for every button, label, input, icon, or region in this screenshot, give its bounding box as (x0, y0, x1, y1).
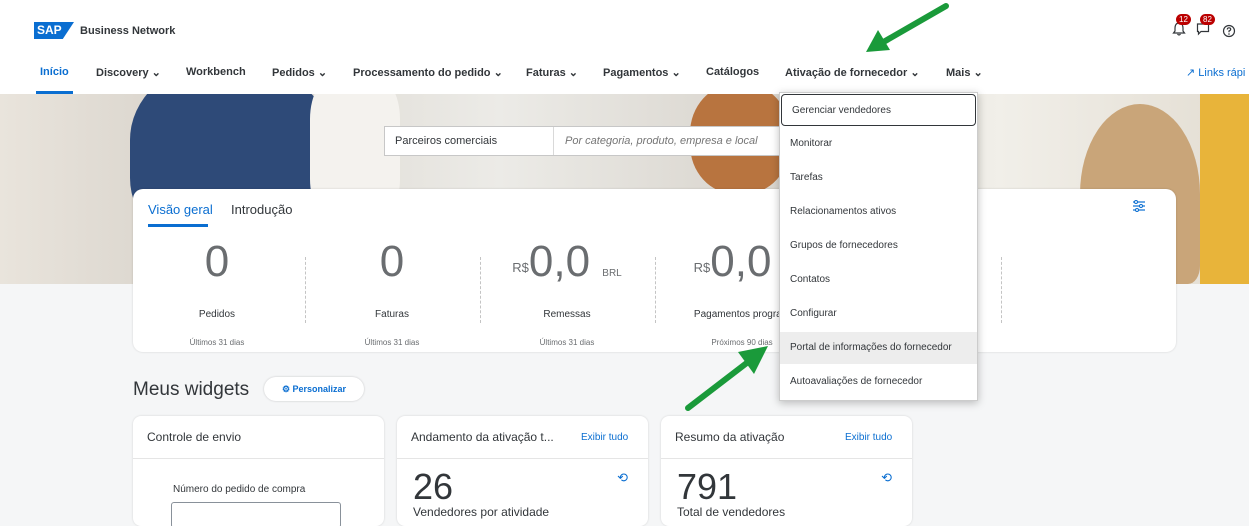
nav-ativacao-fornecedor[interactable]: Ativação de fornecedor ⌄ (785, 66, 920, 79)
kpi-pedidos[interactable]: 0 Pedidos Últimos 31 dias (133, 237, 301, 348)
annotation-arrow-top (866, 3, 949, 52)
menu-item-contatos[interactable]: Contatos (780, 264, 977, 296)
menu-item-grupos-fornecedores[interactable]: Grupos de fornecedores (780, 230, 977, 262)
top-bar: SAP Business Network 12 82 (0, 0, 1249, 52)
notifications-bell-icon[interactable]: 12 (1172, 14, 1191, 39)
kpi-divider (305, 257, 306, 323)
messages-badge: 82 (1200, 14, 1215, 25)
kpi-value: 0 (204, 237, 230, 286)
kpi-value: 0 (379, 237, 405, 286)
nav-mais[interactable]: Mais ⌄ (946, 66, 983, 79)
personalize-icon: ⚙ (281, 384, 293, 394)
messages-icon[interactable]: 82 (1196, 14, 1215, 39)
refresh-history-icon[interactable]: ⟲ (617, 470, 628, 486)
widgets-section-title: Meus widgets (133, 379, 250, 400)
search-category-select[interactable]: Parceiros comerciais (395, 135, 497, 147)
kpi-value: R$0,0 BRL (512, 237, 622, 286)
tab-introducao[interactable]: Introdução (231, 202, 292, 217)
nav-discovery[interactable]: Discovery ⌄ (96, 66, 161, 79)
overview-tab-indicator (148, 224, 208, 227)
menu-item-gerenciar-vendedores[interactable]: Gerenciar vendedores (781, 94, 976, 126)
widget-title: Resumo da ativação (675, 430, 785, 444)
kpi-remessas[interactable]: R$0,0 BRL Remessas Últimos 31 dias (483, 237, 651, 348)
kpi-faturas[interactable]: 0 Faturas Últimos 31 dias (308, 237, 476, 348)
kpi-label: Remessas (543, 309, 591, 320)
nav-pagamentos[interactable]: Pagamentos ⌄ (603, 66, 681, 79)
widget-resumo-ativacao: Resumo da ativação Exibir tudo 791 Total… (661, 416, 912, 526)
annotation-arrow-bottom (685, 346, 768, 411)
menu-item-configurar[interactable]: Configurar (780, 298, 977, 330)
personalize-label: Personalizar (292, 384, 347, 394)
brand-name: Business Network (80, 25, 176, 37)
widget-value: 791 (677, 466, 738, 507)
kpi-period: Últimos 31 dias (539, 338, 595, 347)
quick-links[interactable]: ↗ Links rápi (1186, 66, 1245, 79)
widget-divider (397, 458, 648, 459)
kpi-label: Pedidos (198, 309, 236, 320)
widget-andamento-ativacao: Andamento da ativação t... Exibir tudo 2… (397, 416, 648, 526)
view-all-link[interactable]: Exibir tudo (845, 432, 892, 443)
kpi-period: Últimos 31 dias (189, 338, 245, 347)
tab-visao-geral[interactable]: Visão geral (148, 202, 213, 217)
supplier-activation-menu: Gerenciar vendedores Monitorar Tarefas R… (779, 92, 978, 401)
kpi-divider (655, 257, 656, 323)
main-nav: Início Discovery ⌄ Workbench Pedidos ⌄ P… (0, 52, 1249, 95)
sap-logo[interactable]: SAP (34, 22, 74, 39)
nav-catalogos[interactable]: Catálogos (706, 66, 759, 78)
search-input[interactable] (563, 134, 777, 148)
view-all-link[interactable]: Exibir tudo (581, 432, 628, 443)
kpi-divider (1001, 257, 1002, 323)
widget-divider (133, 458, 384, 459)
nav-faturas[interactable]: Faturas ⌄ (526, 66, 578, 79)
po-number-label: Número do pedido de compra (173, 484, 306, 495)
hero-accent-shape (1200, 94, 1249, 284)
po-number-input[interactable] (171, 502, 341, 526)
widget-title: Controle de envio (147, 430, 242, 444)
notifications-badge: 12 (1176, 14, 1191, 25)
widget-divider (661, 458, 912, 459)
menu-item-relacionamentos-ativos[interactable]: Relacionamentos ativos (780, 196, 977, 228)
overview-card: Visão geral Introdução 0 Pedidos Últimos… (133, 189, 1176, 352)
partner-search: Parceiros comerciais (384, 126, 784, 156)
widget-title: Andamento da ativação t... (411, 430, 554, 444)
widget-value: 26 (413, 466, 454, 507)
overview-settings-icon[interactable] (1132, 199, 1146, 216)
menu-item-autoavaliacoes[interactable]: Autoavaliações de fornecedor (780, 366, 977, 398)
widget-controle-envio: Controle de envio Número do pedido de co… (133, 416, 384, 526)
nav-workbench[interactable]: Workbench (186, 66, 246, 78)
kpi-period: Últimos 31 dias (364, 338, 420, 347)
nav-inicio[interactable]: Início (40, 66, 69, 78)
nav-pedidos[interactable]: Pedidos ⌄ (272, 66, 327, 79)
search-divider (553, 127, 554, 155)
menu-item-monitorar[interactable]: Monitorar (780, 128, 977, 160)
kpi-divider (480, 257, 481, 323)
personalize-button[interactable]: ⚙ Personalizar (264, 377, 364, 401)
kpi-label: Faturas (375, 309, 409, 320)
menu-item-portal-informacoes[interactable]: Portal de informações do fornecedor (780, 332, 977, 364)
help-icon[interactable] (1222, 24, 1236, 41)
menu-item-tarefas[interactable]: Tarefas (780, 162, 977, 194)
nav-processamento-pedido[interactable]: Processamento do pedido ⌄ (353, 66, 503, 79)
refresh-history-icon[interactable]: ⟲ (881, 470, 892, 486)
